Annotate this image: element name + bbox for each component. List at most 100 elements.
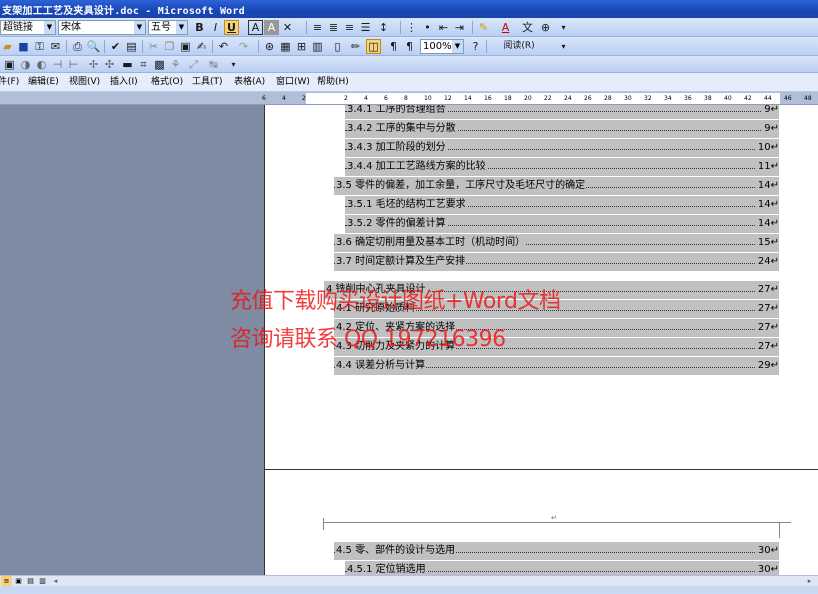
toolbar-icon[interactable]: ▩ [152, 57, 167, 72]
toolbar-icon[interactable]: ⚘ [168, 57, 183, 72]
numbering-icon[interactable]: ⋮ [404, 20, 419, 35]
toolbar-options-icon[interactable]: ▾ [556, 39, 571, 54]
undo-icon[interactable]: ↶ [216, 39, 231, 54]
format-painter-icon[interactable]: ✍ [194, 39, 209, 54]
toolbar-icon[interactable]: ⊢ [66, 57, 81, 72]
toc-entry[interactable]: 3.5 零件的偏差，加工余量，工序尺寸及毛坯尺寸的确定 14↵ [334, 177, 779, 195]
spelling-icon[interactable]: ✔ [108, 39, 123, 54]
toolbar-icon[interactable]: ⊣ [50, 57, 65, 72]
copy-icon[interactable]: ❐ [162, 39, 177, 54]
increase-indent-icon[interactable]: ⇥ [452, 20, 467, 35]
outline-view-button[interactable]: ▥ [37, 576, 48, 586]
decrease-indent-icon[interactable]: ⇤ [436, 20, 451, 35]
horizontal-scrollbar[interactable]: ≡ ▣ ▤ ▥ ◂ ▸ [0, 575, 818, 586]
horizontal-ruler[interactable]: 6 4 2 2 4 6 8 10 12 14 16 18 20 22 24 26 28 30 32 34 36 38 40 4… [0, 92, 818, 105]
align-right-icon[interactable]: ≡ [342, 20, 357, 35]
toc-entry[interactable]: 3.7 时间定额计算及生产安排 24↵ [334, 253, 779, 271]
research-icon[interactable]: ▤ [124, 39, 139, 54]
toolbar-icon[interactable]: ✣ [102, 57, 117, 72]
ruler-number: 4 [282, 95, 286, 102]
normal-view-button[interactable]: ≡ [1, 576, 12, 586]
scroll-left-icon[interactable]: ◂ [50, 576, 61, 586]
menu-insert[interactable]: 插入(I) [110, 76, 138, 89]
toc-entry[interactable]: 4.4 误差分析与计算 29↵ [334, 357, 779, 375]
highlight-icon[interactable]: ✎ [476, 20, 491, 35]
email-icon[interactable]: ✉ [48, 39, 63, 54]
toolbar-icon[interactable]: ▣ [2, 57, 17, 72]
menu-table[interactable]: 表格(A) [234, 76, 265, 89]
document-map-icon[interactable]: ◫ [366, 39, 381, 54]
char-shading-button[interactable]: A [264, 20, 279, 35]
italic-button[interactable]: I [208, 20, 223, 35]
font-color-icon[interactable]: A [498, 20, 513, 35]
show-formatting-icon[interactable]: ¶ [386, 39, 401, 54]
toc-entry[interactable]: 3.4.1 工序的合理组合 9↵ [345, 105, 779, 119]
bullets-icon[interactable]: • [420, 20, 435, 35]
cut-icon[interactable]: ✂ [146, 39, 161, 54]
toc-entry[interactable]: 4.5.1 定位销选用 30↵ [345, 561, 779, 575]
scroll-right-icon[interactable]: ▸ [804, 576, 815, 586]
toolbar-options-icon[interactable]: ▾ [556, 20, 571, 35]
align-center-icon[interactable]: ≣ [326, 20, 341, 35]
ruler-number: 42 [744, 95, 752, 102]
menu-tools[interactable]: 工具(T) [192, 76, 223, 89]
toc-entry[interactable]: 3.4.3 加工阶段的划分 10↵ [345, 139, 779, 157]
document-area[interactable]: 3.4.1 工序的合理组合 9↵ 3.4.2 工序的集中与分散 9↵ 3.4.3 加工阶… [0, 105, 818, 575]
toolbar-icon[interactable]: ◐ [34, 57, 49, 72]
toc-entry[interactable]: 4.5 零、部件的设计与选用 30↵ [334, 542, 779, 560]
toc-entry[interactable]: 3.4.4 加工工艺路线方案的比较 11↵ [345, 158, 779, 176]
menu-format[interactable]: 格式(O) [151, 76, 183, 89]
insert-excel-icon[interactable]: ▥ [310, 39, 325, 54]
print-preview-icon[interactable]: 🔍 [86, 39, 101, 54]
toolbar-options-icon[interactable]: ▾ [226, 57, 241, 72]
toc-entry[interactable]: 3.6 确定切削用量及基本工时（机动时间） 15↵ [334, 234, 779, 252]
formatting-toolbar: 超链接 ▼ 宋体 ▼ 五号 ▼ B I U A A ✕ ≡ ≣ ≡ ☰ ↕ ⋮ • ⇤… [0, 18, 818, 37]
watermark-line-1: 充值下载购买设计图纸+Word文档 [230, 289, 561, 314]
toolbar-icon[interactable]: ▬ [120, 57, 135, 72]
web-view-button[interactable]: ▣ [13, 576, 24, 586]
toc-entry[interactable]: 3.4.2 工序的集中与分散 9↵ [345, 120, 779, 138]
toc-label: 3.6 确定切削用量及基本工时（机动时间） [336, 234, 527, 252]
columns-icon[interactable]: ▯ [330, 39, 345, 54]
reading-mode-button[interactable]: 阅读(R) [490, 39, 548, 54]
open-icon[interactable]: ▰ [0, 39, 15, 54]
justify-icon[interactable]: ☰ [358, 20, 373, 35]
insert-table-icon[interactable]: ⊞ [294, 39, 309, 54]
bold-button[interactable]: B [192, 20, 207, 35]
permission-icon[interactable]: ⚿ [32, 39, 47, 54]
line-spacing-icon[interactable]: ↕ [376, 20, 391, 35]
toolbar-icon[interactable]: ✢ [86, 57, 101, 72]
print-icon[interactable]: ⎙ [70, 39, 85, 54]
toolbar-icon[interactable]: ⤢ [186, 57, 201, 72]
style-combo[interactable]: 超链接 ▼ [0, 20, 56, 35]
drawing-icon[interactable]: ✏ [348, 39, 363, 54]
print-view-button[interactable]: ▤ [25, 576, 36, 586]
toc-entry[interactable]: 3.5.2 零件的偏差计算 14↵ [345, 215, 779, 233]
tables-borders-icon[interactable]: ▦ [278, 39, 293, 54]
redo-icon[interactable]: ↷ [236, 39, 251, 54]
paste-icon[interactable]: ▣ [178, 39, 193, 54]
underline-button[interactable]: U [224, 20, 239, 35]
char-border-button[interactable]: A [248, 20, 263, 35]
align-left-icon[interactable]: ≡ [310, 20, 325, 35]
char-scale-icon[interactable]: ✕ [280, 20, 295, 35]
toc-entry[interactable]: 3.5.1 毛坯的结构工艺要求 14↵ [345, 196, 779, 214]
zoom-combo[interactable]: 100% ▼ [420, 39, 464, 54]
toolbar-icon[interactable]: ⌗ [136, 57, 151, 72]
paragraph-mark-icon[interactable]: ¶ [402, 39, 417, 54]
menu-view[interactable]: 视图(V) [69, 76, 100, 89]
font-size-combo[interactable]: 五号 ▼ [148, 20, 188, 35]
hyperlink-icon[interactable]: ⊛ [262, 39, 277, 54]
font-combo[interactable]: 宋体 ▼ [58, 20, 146, 35]
enclose-char-icon[interactable]: ⊕ [538, 20, 553, 35]
menu-edit[interactable]: 编辑(E) [28, 76, 59, 89]
ruler-number: 30 [624, 95, 632, 102]
menu-window[interactable]: 窗口(W) [276, 76, 310, 89]
toolbar-icon[interactable]: ↹ [206, 57, 221, 72]
help-icon[interactable]: ? [468, 39, 483, 54]
toolbar-icon[interactable]: ◑ [18, 57, 33, 72]
menu-file[interactable]: 件(F) [0, 76, 19, 89]
menu-help[interactable]: 帮助(H) [317, 76, 349, 89]
phonetic-icon[interactable]: 文 [520, 20, 535, 35]
save-icon[interactable]: ■ [16, 39, 31, 54]
